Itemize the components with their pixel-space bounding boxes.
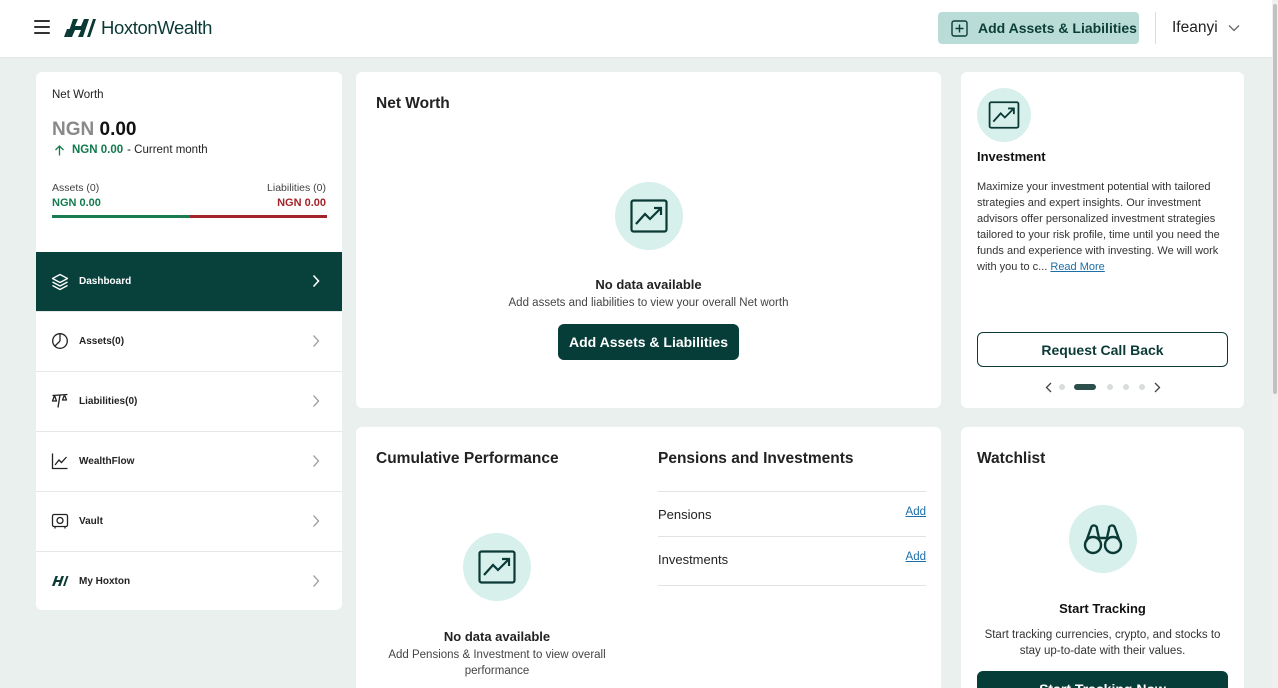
pie-chart-icon — [52, 333, 68, 349]
top-bar: HoxtonWealth Add Assets & Liabilities If… — [0, 0, 1272, 58]
net-worth-summary-panel: Net Worth NGN 0.00 NGN 0.00 - Current mo… — [36, 72, 342, 610]
investments-label: Investments — [658, 552, 729, 567]
sidebar-item-vault[interactable]: Vault — [36, 491, 342, 550]
investment-title: Investment — [977, 149, 1046, 164]
header-divider — [1155, 12, 1156, 44]
net-worth-card: Net Worth No data available Add assets a… — [356, 72, 941, 408]
liabilities-value: NGN 0.00 — [277, 197, 326, 209]
hoxton-logo-icon — [52, 576, 69, 586]
investment-description: Maximize your investment potential with … — [977, 179, 1231, 275]
vault-icon — [51, 513, 69, 529]
net-worth-empty-icon — [615, 182, 683, 250]
watchlist-icon-badge — [1069, 505, 1137, 573]
chevron-right-icon — [313, 335, 320, 347]
chevron-right-icon — [313, 515, 320, 527]
request-call-back-button[interactable]: Request Call Back — [977, 332, 1228, 367]
pensions-label: Pensions — [658, 507, 712, 522]
binoculars-icon — [1083, 524, 1123, 555]
assets-bar-segment — [52, 215, 190, 218]
pensions-row: Pensions Add — [658, 491, 926, 540]
investment-icon-badge — [977, 88, 1031, 142]
sidebar-item-my-hoxton[interactable]: My Hoxton — [36, 551, 342, 610]
carousel-controls — [1045, 380, 1161, 394]
performance-empty-state: No data available Add Pensions & Investm… — [376, 629, 618, 679]
carousel-dot[interactable] — [1139, 384, 1145, 390]
sidebar-item-label: Vault — [79, 515, 103, 527]
add-assets-liabilities-button[interactable]: Add Assets & Liabilities — [938, 12, 1139, 44]
sidebar-item-assets[interactable]: Assets(0) — [36, 311, 342, 370]
start-tracking-heading: Start Tracking — [1059, 601, 1146, 616]
performance-empty-icon — [463, 533, 531, 601]
read-more-link[interactable]: Read More — [1050, 261, 1104, 273]
brand-name: HoxtonWealth — [101, 17, 213, 38]
brand-logo[interactable]: HoxtonWealth — [64, 17, 212, 39]
net-worth-card-title: Net Worth — [376, 95, 450, 112]
assets-value: NGN 0.00 — [52, 197, 101, 209]
assets-label: Assets (0) — [52, 182, 100, 194]
net-worth-currency: NGN — [52, 119, 95, 140]
add-investments-link[interactable]: Add — [906, 551, 926, 563]
carousel-dot-active[interactable] — [1074, 384, 1096, 390]
hamburger-menu-icon[interactable] — [34, 20, 50, 34]
add-assets-liabilities-button[interactable]: Add Assets & Liabilities — [558, 324, 739, 360]
carousel-dot[interactable] — [1123, 384, 1129, 390]
start-tracking-now-button[interactable]: Start Tracking Now — [977, 671, 1228, 688]
sidebar-item-label: Dashboard — [79, 276, 132, 287]
net-worth-change-period: - Current month — [127, 144, 208, 156]
sidebar-item-liabilities[interactable]: Liabilities(0) — [36, 371, 342, 430]
trend-chart-icon — [51, 453, 68, 470]
pensions-investments-title: Pensions and Investments — [658, 450, 854, 467]
chevron-right-icon — [313, 455, 320, 467]
chevron-right-icon — [313, 575, 320, 587]
net-worth-value: 0.00 — [99, 119, 137, 140]
net-worth-amount: NGN 0.00 — [52, 119, 137, 141]
carousel-dot[interactable] — [1059, 384, 1065, 390]
chevron-right-icon[interactable] — [1154, 382, 1161, 393]
empty-state-title: No data available — [595, 277, 702, 292]
sidebar-item-dashboard[interactable]: Dashboard — [36, 252, 342, 311]
chevron-down-icon[interactable] — [1228, 24, 1240, 32]
sidebar-item-wealthflow[interactable]: WealthFlow — [36, 431, 342, 490]
empty-state-subtitle: Add assets and liabilities to view your … — [508, 297, 789, 309]
trend-chart-icon — [630, 199, 668, 233]
chevron-left-icon[interactable] — [1045, 382, 1052, 393]
hoxton-logo-icon — [64, 19, 96, 37]
trend-chart-icon — [478, 550, 516, 584]
watchlist-description: Start tracking currencies, crypto, and s… — [984, 629, 1221, 657]
empty-state-title: No data available — [443, 629, 551, 644]
arrow-up-icon — [55, 144, 64, 155]
sidebar-item-label: Assets(0) — [79, 335, 125, 347]
add-assets-liabilities-label: Add Assets & Liabilities — [978, 20, 1137, 36]
liabilities-label: Liabilities (0) — [267, 182, 326, 194]
chevron-right-icon — [313, 395, 320, 407]
net-worth-empty-state: No data available Add assets and liabili… — [356, 277, 941, 311]
performance-card: Cumulative Performance No data available… — [356, 427, 941, 688]
investment-description-text: Maximize your investment potential with … — [977, 181, 1220, 273]
carousel-dot[interactable] — [1107, 384, 1113, 390]
net-worth-label: Net Worth — [52, 89, 104, 101]
cumulative-performance-title: Cumulative Performance — [376, 450, 559, 467]
chevron-right-icon — [312, 274, 320, 288]
watchlist-card: Watchlist Start Tracking Start tracking … — [961, 427, 1244, 688]
assets-liabilities-bar — [52, 215, 327, 218]
sidebar-item-label: Liabilities(0) — [79, 395, 138, 407]
add-pensions-link[interactable]: Add — [906, 506, 926, 518]
empty-state-subtitle: Add Pensions & Investment to view overal… — [388, 649, 606, 677]
net-worth-change-value: NGN 0.00 — [72, 144, 124, 156]
scrollbar-thumb[interactable] — [1273, 4, 1277, 394]
investment-card: Investment Maximize your investment pote… — [961, 72, 1244, 408]
sidebar-item-label: WealthFlow — [79, 455, 135, 467]
sidebar-item-label: My Hoxton — [79, 575, 131, 587]
user-name[interactable]: Ifeanyi — [1172, 19, 1218, 37]
layers-icon — [51, 273, 69, 290]
net-worth-change: NGN 0.00 - Current month — [54, 144, 208, 156]
liabilities-bar-segment — [189, 215, 327, 218]
investments-row: Investments Add — [658, 536, 926, 585]
scale-icon — [51, 393, 68, 408]
plus-square-icon — [951, 19, 968, 37]
watchlist-title: Watchlist — [977, 450, 1046, 467]
trend-chart-icon — [988, 101, 1020, 129]
pensions-investments-divider — [658, 585, 926, 586]
